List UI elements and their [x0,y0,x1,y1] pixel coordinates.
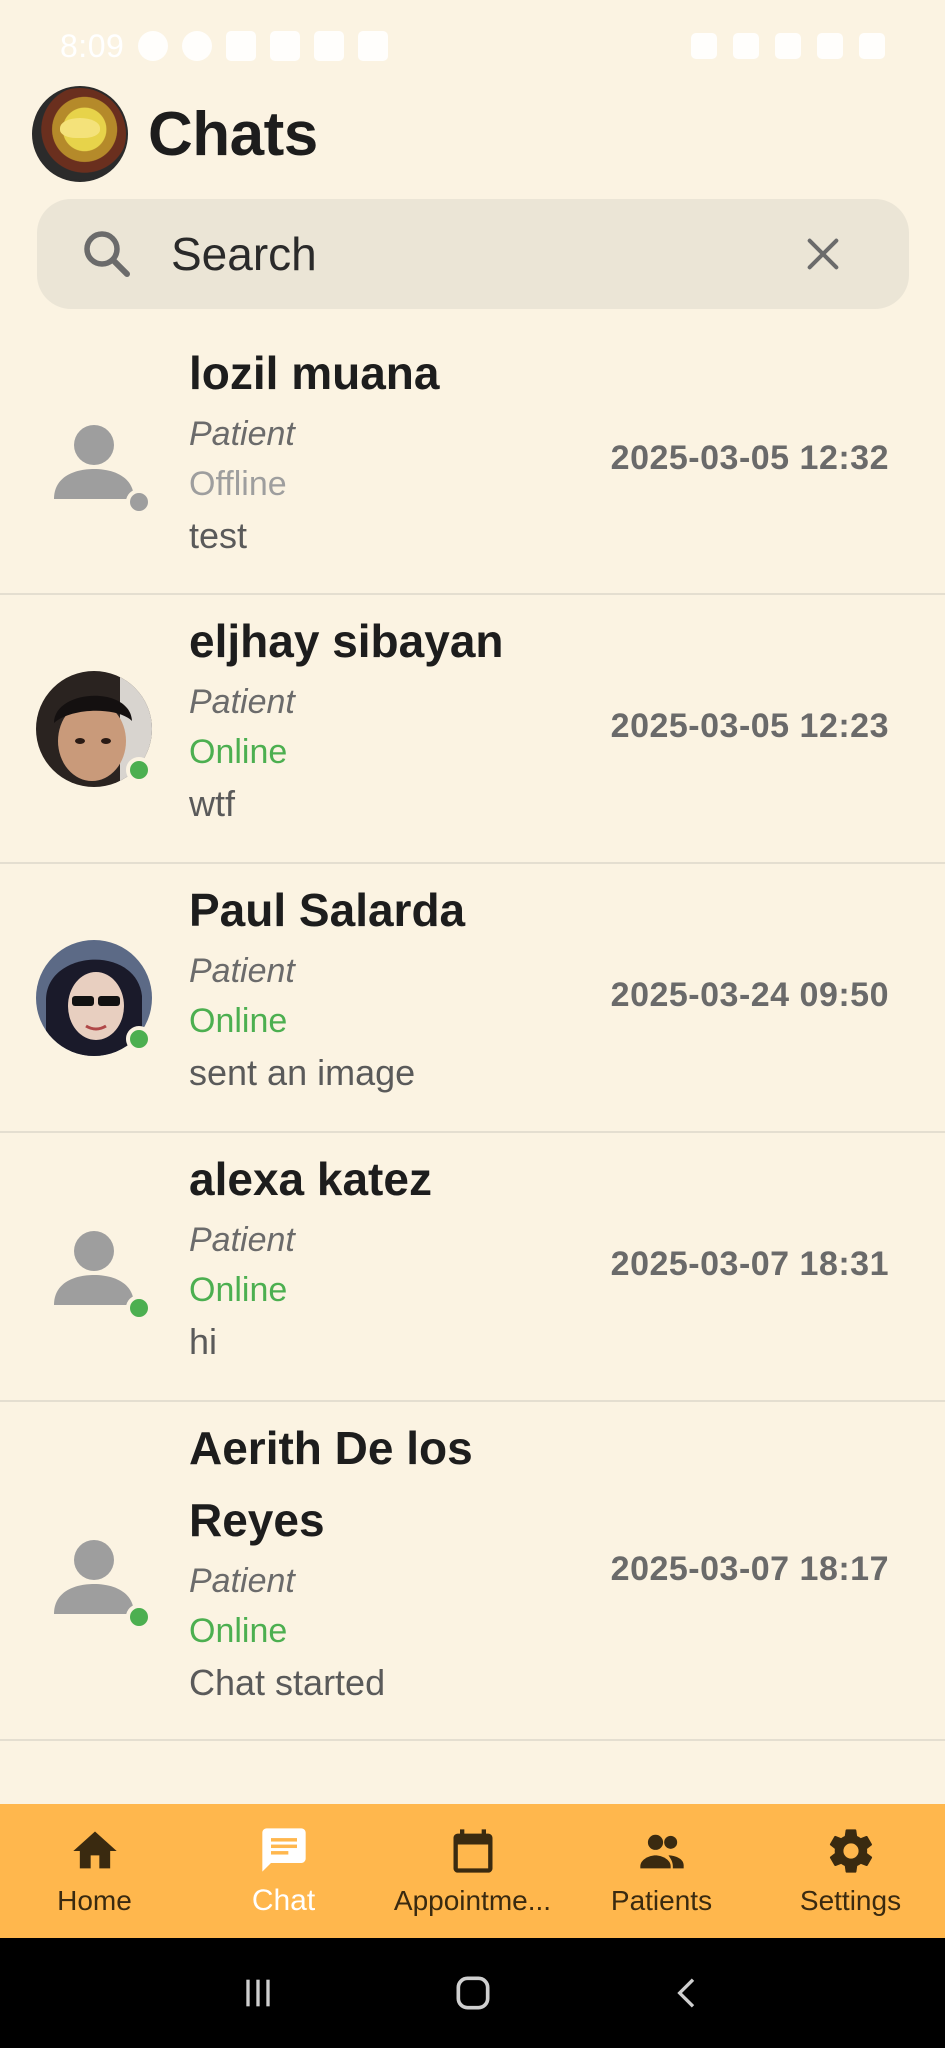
alarm-icon [691,33,717,59]
nav-item-chat[interactable]: Chat [189,1804,378,1938]
back-button[interactable] [658,1963,718,2023]
chat-last-message: Chat started [189,1662,386,1703]
chat-timestamp: 2025-03-05 12:23 [610,707,889,745]
header: Chats [32,84,318,184]
nav-item-settings[interactable]: Settings [756,1804,945,1938]
recent-apps-icon [245,1979,270,2007]
avatar [36,403,152,519]
home-square-icon [456,1976,489,2010]
chat-name: alexa katez [189,1153,432,1205]
clear-search-button[interactable] [793,224,853,284]
nav-label: Patients [610,1885,713,1916]
bottom-nav: Home Chat Appointme... Patients Settings [0,1804,945,1938]
chat-list-item[interactable]: eljhay sibayan Patient Online wtf 2025-0… [0,595,945,864]
chat-timestamp: 2025-03-05 12:32 [610,439,889,477]
chat-status: Online [189,1271,288,1309]
chat-status: Online [189,1002,288,1040]
notification-icon [182,31,213,61]
home-icon [72,1831,117,1869]
search-icon [77,224,137,284]
nav-label: Home [57,1885,132,1916]
nav-item-patients[interactable]: Patients [567,1804,756,1938]
status-right [691,33,885,59]
profile-avatar[interactable] [32,86,128,182]
chat-last-message: test [189,515,248,556]
chat-name: Paul Salarda [189,884,466,936]
presence-dot [126,1026,152,1052]
gallery-icon [226,31,257,61]
avatar [36,1518,152,1634]
status-time: 8:09 [60,27,125,64]
chat-list-item[interactable]: Aerith De los Reyes Patient Online Chat … [0,1402,945,1741]
cloud-icon [314,31,345,61]
avatar [36,940,152,1056]
nav-item-appointments[interactable]: Appointme... [378,1804,567,1938]
chat-timestamp: 2025-03-24 09:50 [610,976,889,1014]
chat-timestamp: 2025-03-07 18:17 [610,1550,889,1588]
discord-icon [270,31,301,61]
chat-list-item[interactable]: alexa katez Patient Online hi 2025-03-07… [0,1133,945,1402]
chat-text: Aerith De los Reyes Patient Online Chat … [189,1412,473,1710]
status-bar: 8:09 [0,0,945,92]
chat-status: Online [189,733,288,771]
chat-list-item[interactable]: Paul Salarda Patient Online sent an imag… [0,864,945,1133]
search-input[interactable] [137,199,793,309]
cloud-icon [358,31,389,61]
nav-label: Settings [799,1885,902,1916]
status-left: 8:09 [60,27,389,65]
chat-name-line: Reyes [189,1494,325,1546]
presence-dot [126,1295,152,1321]
nav-label: Appointme... [393,1885,552,1916]
presence-dot [126,489,152,515]
system-nav-bar [0,1938,945,2048]
presence-dot [126,1604,152,1630]
nav-item-home[interactable]: Home [0,1804,189,1938]
chat-role: Patient [189,1562,295,1600]
chat-name: eljhay sibayan [189,615,504,667]
chat-role: Patient [189,415,295,453]
chat-timestamp: 2025-03-07 18:31 [610,1245,889,1283]
home-system-button[interactable] [443,1963,503,2023]
avatar [36,1209,152,1325]
presence-dot [126,757,152,783]
chat-text: eljhay sibayan Patient Online wtf [189,605,504,831]
gear-icon [829,1829,872,1873]
chat-status: Online [189,1612,288,1650]
chat-status: Offline [189,465,287,503]
chat-name: lozil muana [189,347,440,399]
chat-list: lozil muana Patient Offline test 2025-03… [0,327,945,1741]
chat-role: Patient [189,1221,295,1259]
search-bar[interactable] [37,199,909,309]
page-title: Chats [148,99,318,169]
chat-last-message: sent an image [189,1052,416,1093]
chat-text: alexa katez Patient Online hi [189,1143,432,1369]
chat-role: Patient [189,952,295,990]
signal-icon [775,33,801,59]
battery-icon [859,33,885,59]
chat-text: lozil muana Patient Offline test [189,337,439,563]
chat-icon [261,1828,306,1872]
notification-icon [138,31,169,61]
chat-list-item[interactable]: lozil muana Patient Offline test 2025-03… [0,327,945,595]
back-chevron-icon [676,1978,694,2008]
people-icon [639,1834,684,1869]
avatar [36,671,152,787]
recent-apps-button[interactable] [228,1963,288,2023]
wifi-icon [733,33,759,59]
nav-label: Chat [251,1884,316,1917]
chat-role: Patient [189,683,295,721]
chat-text: Paul Salarda Patient Online sent an imag… [189,874,465,1100]
chat-last-message: wtf [189,783,236,824]
chat-name-line: Aerith De los [189,1422,473,1474]
signal-icon [817,33,843,59]
chat-last-message: hi [189,1321,218,1362]
close-icon [807,238,839,270]
calendar-icon [453,1829,492,1873]
